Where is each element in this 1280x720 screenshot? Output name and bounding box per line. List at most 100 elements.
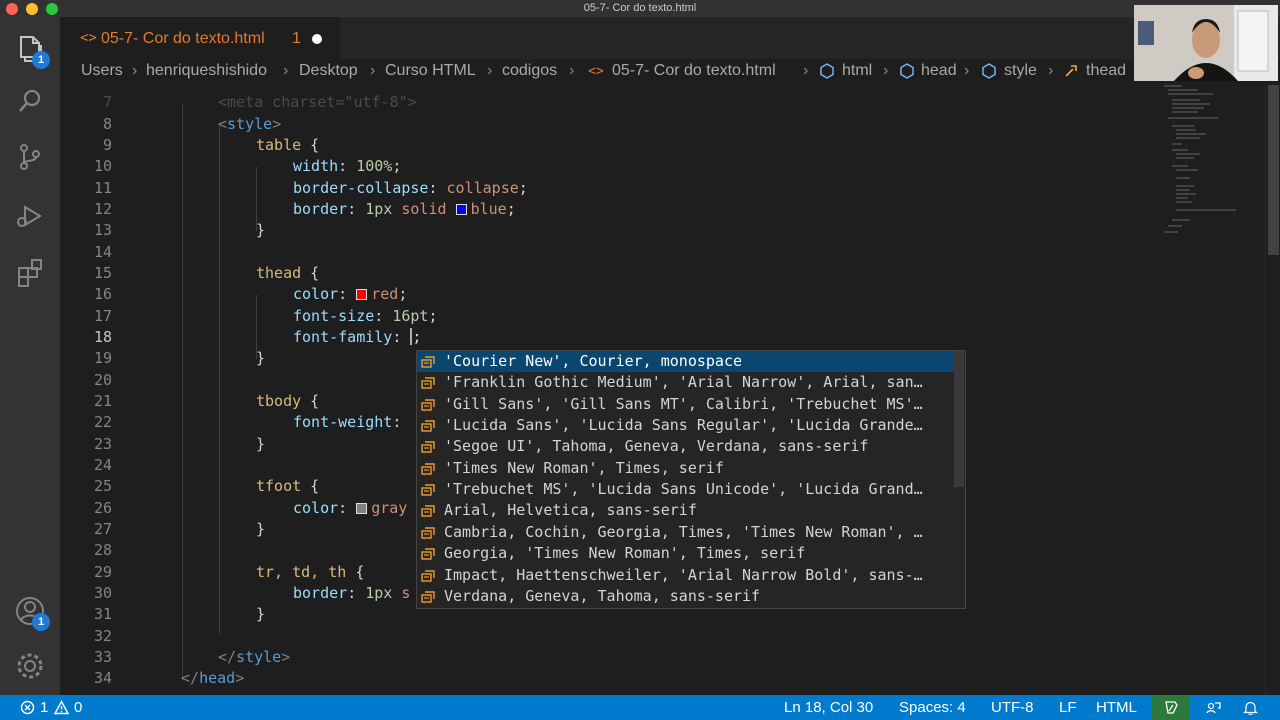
breadcrumb: Users › henriqueshishido › Desktop › Cur… xyxy=(60,59,1280,85)
vertical-scrollbar[interactable] xyxy=(1265,85,1280,695)
breadcrumb-desktop[interactable]: Desktop xyxy=(299,62,358,80)
color-swatch-gray[interactable] xyxy=(356,503,368,514)
snippet-icon xyxy=(421,356,435,368)
tab-cor-do-texto[interactable]: <> 05-7- Cor do texto.html 1 xyxy=(60,17,340,59)
encoding[interactable]: UTF-8 xyxy=(991,699,1034,716)
extensions-icon[interactable] xyxy=(12,255,48,291)
code-line: 15 thead { xyxy=(93,264,320,282)
tab-label: 05-7- Cor do texto.html xyxy=(101,30,265,47)
minimap[interactable] xyxy=(1160,85,1265,695)
suggestion-item[interactable]: Impact, Haettenschweiler, 'Arial Narrow … xyxy=(417,565,955,586)
breadcrumb-curso-html[interactable]: Curso HTML xyxy=(385,62,476,80)
presenter-image xyxy=(1134,5,1278,81)
color-swatch-red[interactable] xyxy=(356,289,368,300)
breadcrumb-thead[interactable]: thead xyxy=(1086,62,1126,80)
breadcrumb-codigos[interactable]: codigos xyxy=(502,62,557,80)
code-line: 33 </style> xyxy=(93,648,291,666)
language-mode[interactable]: HTML xyxy=(1096,699,1137,716)
breadcrumb-file[interactable]: 05-7- Cor do texto.html xyxy=(612,62,776,80)
autocomplete-suggestions: 'Courier New', Courier, monospace 'Frank… xyxy=(416,350,966,609)
suggestion-item[interactable]: Cambria, Cochin, Georgia, Times, 'Times … xyxy=(417,522,955,543)
symbol-element-icon xyxy=(900,63,914,79)
suggestion-item[interactable]: Verdana, Geneva, Tahoma, sans-serif xyxy=(417,586,955,607)
suggestion-item[interactable]: 'Times New Roman', Times, serif xyxy=(417,458,955,479)
tab-bar: <> 05-7- Cor do texto.html 1 xyxy=(60,17,1280,59)
code-line: 14 xyxy=(93,243,112,261)
snippet-icon xyxy=(421,505,435,517)
snippet-icon xyxy=(421,484,435,496)
unsaved-dot-icon[interactable] xyxy=(312,34,322,44)
chevron-right-icon: › xyxy=(283,62,289,79)
snippet-icon xyxy=(421,591,435,603)
code-line: 9 table { xyxy=(102,136,320,154)
suggestion-item[interactable]: Georgia, 'Times New Roman', Times, serif xyxy=(417,543,955,564)
code-line: 7 <meta charset="utf-8"> xyxy=(102,93,417,111)
tab-problem-count: 1 xyxy=(292,30,301,47)
chevron-right-icon: › xyxy=(370,62,376,79)
error-icon xyxy=(20,700,35,715)
live-server-icon[interactable] xyxy=(1152,695,1190,720)
indentation[interactable]: Spaces: 4 xyxy=(899,699,966,716)
suggestion-item[interactable]: 'Lucida Sans', 'Lucida Sans Regular', 'L… xyxy=(417,415,955,436)
breadcrumb-users[interactable]: Users xyxy=(81,62,123,80)
title-bar: 05-7- Cor do texto.html xyxy=(0,0,1280,17)
breadcrumb-html[interactable]: html xyxy=(842,62,872,80)
suggestion-item[interactable]: Arial, Helvetica, sans-serif xyxy=(417,500,955,521)
code-line: 11 border-collapse: collapse; xyxy=(93,179,528,197)
chevron-right-icon: › xyxy=(883,62,889,79)
warning-icon xyxy=(54,700,69,715)
snippet-icon xyxy=(421,377,435,389)
color-swatch-blue[interactable] xyxy=(455,204,467,215)
suggestion-item[interactable]: 'Segoe UI', Tahoma, Geneva, Verdana, san… xyxy=(417,436,955,457)
suggestion-item[interactable]: 'Trebuchet MS', 'Lucida Sans Unicode', '… xyxy=(417,479,955,500)
html-file-icon: <> xyxy=(80,30,97,46)
snippet-icon xyxy=(421,527,435,539)
feedback-icon[interactable] xyxy=(1206,700,1221,715)
code-line: 32 xyxy=(93,627,112,645)
breadcrumb-user[interactable]: henriqueshishido xyxy=(146,62,267,80)
snippet-icon xyxy=(421,570,435,582)
symbol-element-icon xyxy=(982,63,996,79)
code-line: 17 font-size: 16pt; xyxy=(93,307,438,325)
breadcrumb-head[interactable]: head xyxy=(921,62,957,80)
html-file-icon: <> xyxy=(588,64,604,79)
error-count[interactable]: 1 xyxy=(40,699,48,716)
snippet-icon xyxy=(421,548,435,560)
window-title: 05-7- Cor do texto.html xyxy=(583,2,697,14)
warning-count[interactable]: 0 xyxy=(74,699,82,716)
code-line: 8 <style> xyxy=(102,115,282,133)
code-line: 16 color: red; xyxy=(93,285,408,303)
account-icon[interactable]: 1 xyxy=(12,593,50,631)
suggestion-item[interactable]: 'Gill Sans', 'Gill Sans MT', Calibri, 'T… xyxy=(417,394,955,415)
breadcrumb-style[interactable]: style xyxy=(1004,62,1037,80)
symbol-key-icon xyxy=(1065,65,1077,77)
suggestion-item[interactable]: 'Courier New', Courier, monospace xyxy=(417,351,955,372)
notifications-bell-icon[interactable] xyxy=(1243,700,1258,715)
live-server-glyph-icon xyxy=(1165,701,1178,714)
snippet-icon xyxy=(421,420,435,432)
code-line: 13} xyxy=(93,221,266,239)
snippet-icon xyxy=(421,463,435,475)
chevron-right-icon: › xyxy=(1048,62,1054,79)
webcam-overlay xyxy=(1134,5,1278,81)
chevron-right-icon: › xyxy=(803,62,809,79)
explorer-badge: 1 xyxy=(32,51,50,69)
suggestions-scrollbar[interactable] xyxy=(954,351,964,487)
end-of-line[interactable]: LF xyxy=(1059,699,1077,716)
cursor-position[interactable]: Ln 18, Col 30 xyxy=(784,699,873,716)
activity-bar: 1 1 xyxy=(0,17,60,695)
search-icon[interactable] xyxy=(12,83,48,119)
accounts-badge: 1 xyxy=(32,613,50,631)
files-icon[interactable]: 1 xyxy=(12,31,50,69)
source-control-icon[interactable] xyxy=(12,139,48,175)
chevron-right-icon: › xyxy=(132,62,138,79)
code-line: 10 width: 100%; xyxy=(93,157,402,175)
snippet-icon xyxy=(421,399,435,411)
suggestion-item[interactable]: 'Franklin Gothic Medium', 'Arial Narrow'… xyxy=(417,372,955,393)
scrollbar-thumb[interactable] xyxy=(1268,85,1279,255)
snippet-icon xyxy=(421,441,435,453)
code-line: 34 </head> xyxy=(93,669,245,687)
chevron-right-icon: › xyxy=(487,62,493,79)
settings-gear-icon[interactable] xyxy=(12,648,48,684)
run-debug-icon[interactable] xyxy=(12,198,48,234)
